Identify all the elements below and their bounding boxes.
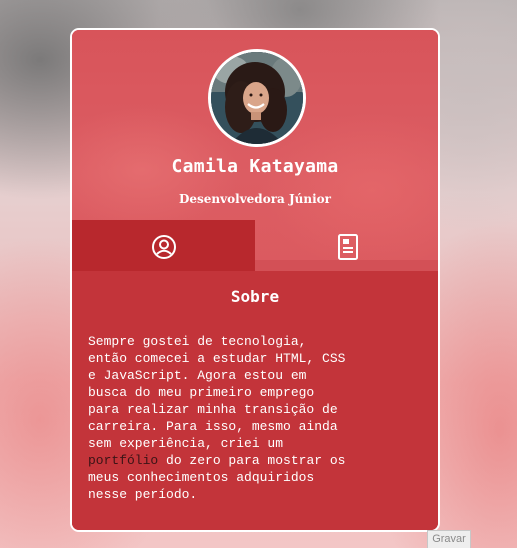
section-title: Sobre: [230, 287, 280, 306]
about-text-part-1: Sempre gostei de tecnologia, então comec…: [88, 334, 346, 451]
about-text: Sempre gostei de tecnologia, então comec…: [88, 333, 423, 503]
tab-about[interactable]: [72, 220, 255, 273]
document-icon: [337, 233, 358, 260]
user-circle-icon: [151, 234, 176, 259]
avatar-photo: [211, 52, 303, 144]
gravar-button[interactable]: Gravar: [427, 530, 471, 548]
profile-name: Camila Katayama: [171, 156, 339, 177]
tab-resume[interactable]: [255, 220, 438, 273]
avatar: [208, 49, 306, 147]
profile-card: Camila Katayama Desenvolvedora Júnior So…: [70, 28, 440, 532]
profile-role: Desenvolvedora Júnior: [179, 192, 331, 206]
portfolio-link[interactable]: portfólio: [88, 453, 158, 468]
